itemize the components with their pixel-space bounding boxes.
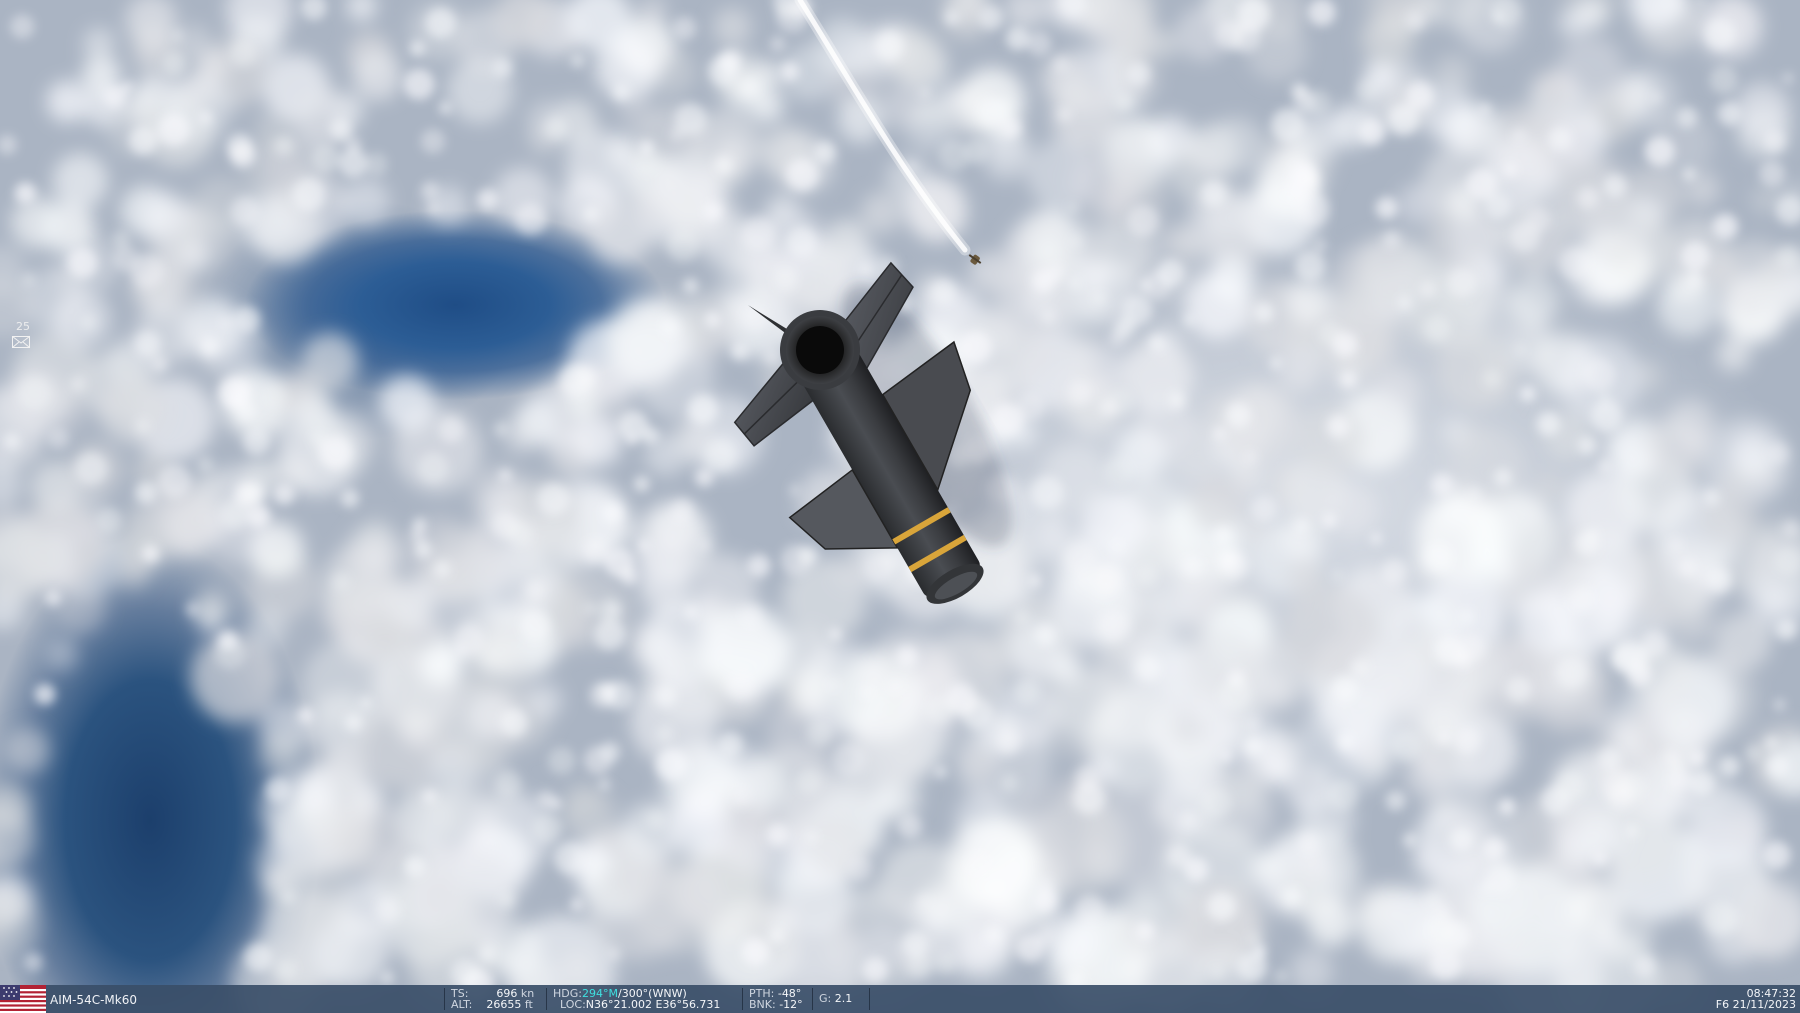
missile-aim54 bbox=[733, 261, 1012, 604]
heading-location-readout: HDG:294°M/300°(WNW) LOC:N36°21.002 E36°5… bbox=[546, 988, 743, 1010]
envelope-icon bbox=[12, 336, 30, 348]
mission-clock: 08:47:32 F6 21/11/2023 bbox=[1716, 988, 1796, 1010]
g-value: 2.1 bbox=[834, 992, 853, 1005]
alt-value: 26655 bbox=[486, 998, 522, 1011]
us-flag-icon bbox=[0, 985, 46, 1013]
bank-row: BNK: -12° bbox=[749, 999, 811, 1010]
altitude-row: ALT: 26655 ft bbox=[451, 999, 545, 1010]
loc-value: N36°21.002 E36°56.731 bbox=[585, 998, 721, 1011]
attitude-readout: PTH: -48° BNK: -12° bbox=[742, 988, 811, 1010]
loc-label: LOC: bbox=[560, 998, 586, 1011]
alt-unit: ft bbox=[524, 998, 533, 1011]
g-label: G: bbox=[819, 992, 832, 1005]
bnk-value: -12° bbox=[779, 998, 803, 1011]
status-bar: AIM-54C-Mk60 TS: 696 kn ALT: 26655 ft HD… bbox=[0, 985, 1800, 1013]
message-count: 25 bbox=[16, 320, 30, 333]
clock-date: F6 21/11/2023 bbox=[1715, 998, 1796, 1011]
alt-label: ALT: bbox=[451, 998, 473, 1011]
unit-name[interactable]: AIM-54C-Mk60 bbox=[50, 993, 137, 1007]
speed-altitude-readout: TS: 696 kn ALT: 26655 ft bbox=[444, 988, 545, 1010]
message-indicator[interactable]: 25 bbox=[12, 320, 34, 348]
bnk-label: BNK: bbox=[749, 998, 776, 1011]
location-row: LOC:N36°21.002 E36°56.731 bbox=[553, 999, 743, 1010]
game-viewport[interactable]: 25 AIM-54C-Mk60 TS: 696 kn ALT: 26655 ft… bbox=[0, 0, 1800, 1013]
g-load-readout: G: 2.1 bbox=[812, 988, 870, 1010]
